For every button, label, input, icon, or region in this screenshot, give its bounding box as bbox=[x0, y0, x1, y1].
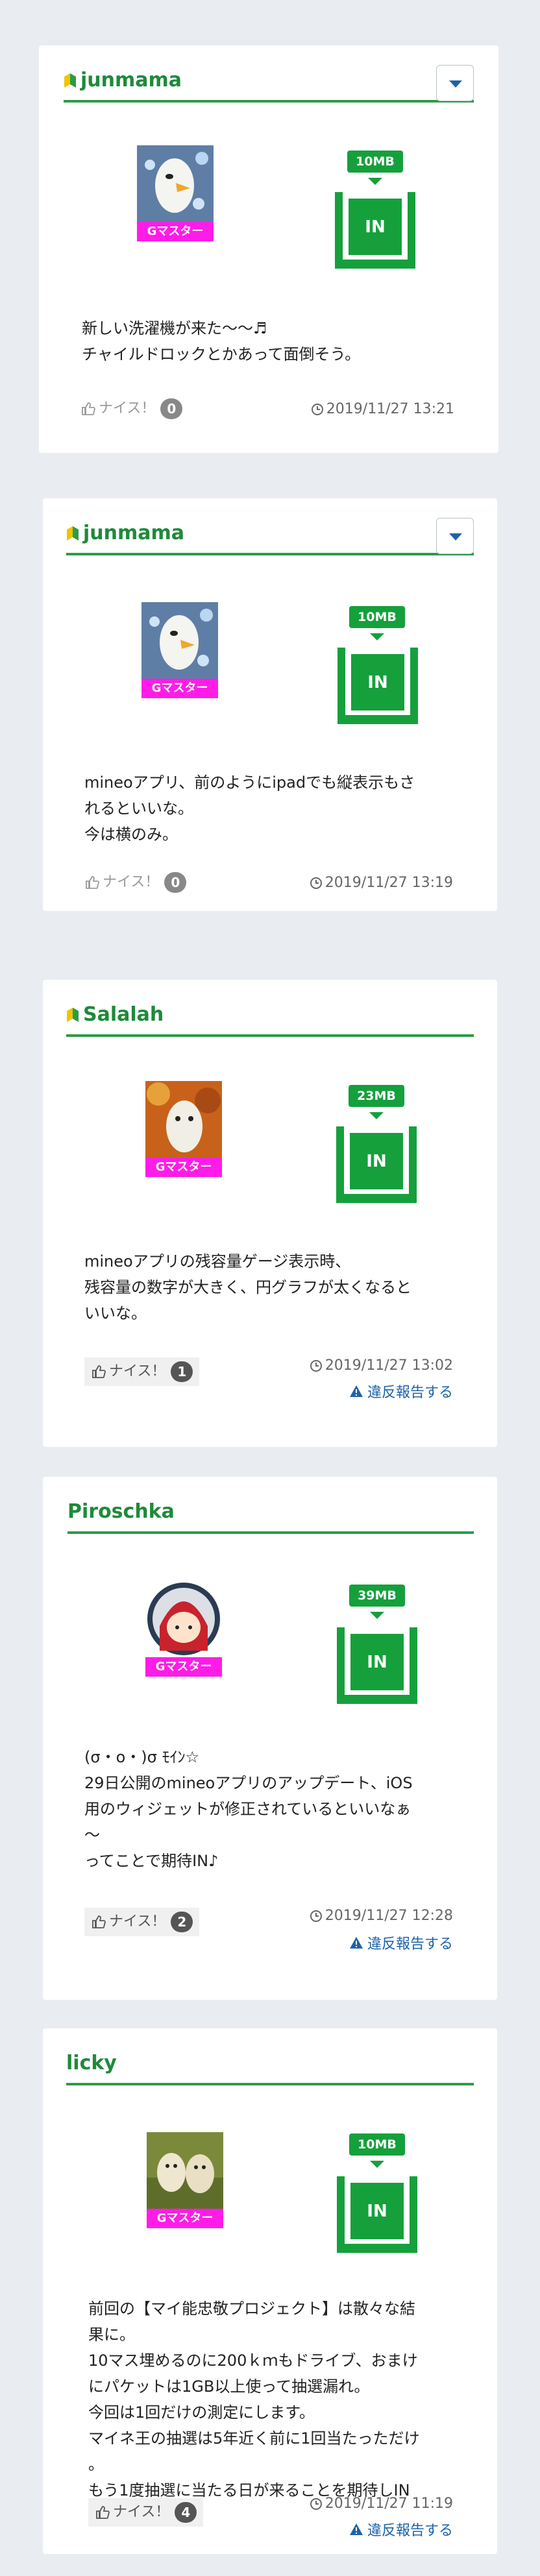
post-card: licky Gマスター 10MB IN 前回の【マイ能忠敬プロジェクト】は散々な… bbox=[43, 2028, 497, 2554]
username[interactable]: licky bbox=[66, 2052, 117, 2074]
post-text: 新しい洗濯機が来た〜〜♬ チャイルドロックとかあって面倒そう。 bbox=[82, 319, 361, 363]
report-link[interactable]: 違反報告する bbox=[349, 1381, 453, 1402]
avatar[interactable] bbox=[141, 602, 218, 679]
thumbs-up-icon bbox=[86, 876, 99, 889]
post-text: 前回の【マイ能忠敬プロジェクト】は散々な結 果に。 10マス埋めるのに200ｋｍ… bbox=[88, 2300, 420, 2525]
post-text: (σ・o・)σ ﾓｲﾝ☆ 29日公開のmineoアプリのアップデート、iOS 用… bbox=[84, 1748, 413, 1870]
nice-button[interactable]: ナイス！ 0 bbox=[80, 395, 183, 423]
avatar[interactable] bbox=[145, 1081, 222, 1158]
username[interactable]: junmama bbox=[64, 69, 182, 91]
thumbs-up-icon bbox=[92, 1915, 106, 1928]
down-arrow-icon bbox=[368, 178, 382, 185]
data-amount-tag: 10MB bbox=[347, 151, 403, 173]
post-date: 2019/11/27 13:21 bbox=[311, 401, 454, 417]
beginner-mark-icon bbox=[67, 1007, 79, 1022]
post-card: Piroschka Gマスター 39MB IN (σ・o・)σ ﾓｲﾝ☆ 29日… bbox=[43, 1477, 497, 2000]
menu-dropdown-button[interactable] bbox=[436, 65, 474, 101]
thumbs-up-icon bbox=[82, 402, 95, 415]
data-amount-tag: 39MB bbox=[349, 1585, 405, 1607]
report-link[interactable]: 違反報告する bbox=[349, 2519, 453, 2540]
nice-button[interactable]: ナイス！ 4 bbox=[88, 2498, 204, 2527]
nice-button[interactable]: ナイス！ 2 bbox=[84, 1908, 200, 1936]
nice-button[interactable]: ナイス！ 1 bbox=[84, 1357, 200, 1386]
nice-button[interactable]: ナイス！ 0 bbox=[84, 868, 187, 897]
bird-avatar-image bbox=[141, 602, 218, 679]
menu-dropdown-button[interactable] bbox=[436, 518, 474, 554]
post-header: junmama bbox=[64, 62, 474, 103]
post-text: mineoアプリ、前のようにipadでも縦表示もさ れるといいな。 今は横のみ。 bbox=[84, 773, 415, 844]
username[interactable]: junmama bbox=[66, 522, 184, 544]
in-button[interactable]: IN bbox=[335, 192, 415, 269]
nice-count: 0 bbox=[164, 872, 187, 893]
clock-icon bbox=[310, 877, 322, 889]
in-button[interactable]: IN bbox=[338, 648, 418, 724]
in-button[interactable]: IN bbox=[337, 1627, 417, 1704]
post-card: junmama Gマスター 10MB IN mineoアプリ、前のようにipad… bbox=[43, 498, 497, 911]
post-header: licky bbox=[66, 2045, 474, 2085]
warning-icon bbox=[349, 2523, 363, 2535]
post-date: 2019/11/27 13:19 bbox=[310, 875, 453, 891]
post-header: junmama bbox=[66, 515, 474, 555]
bird-avatar-image bbox=[137, 145, 214, 222]
down-arrow-icon bbox=[370, 1612, 384, 1619]
nice-count: 0 bbox=[160, 398, 183, 419]
avatar[interactable] bbox=[145, 1581, 222, 1657]
post-header: Piroschka bbox=[68, 1494, 474, 1534]
username[interactable]: Salalah bbox=[66, 1003, 164, 1026]
report-link[interactable]: 違反報告する bbox=[349, 1932, 453, 1953]
ferret-avatar-image bbox=[145, 1081, 222, 1158]
clock-icon bbox=[310, 2497, 322, 2510]
data-amount-tag: 10MB bbox=[349, 606, 405, 628]
warning-icon bbox=[349, 1937, 363, 1949]
clock-icon bbox=[310, 1910, 322, 1922]
nice-count: 2 bbox=[171, 1912, 193, 1932]
dogs-avatar-image bbox=[147, 2132, 223, 2209]
post-text: mineoアプリの残容量ゲージ表示時、 残容量の数字が大きく、円グラフが太くなる… bbox=[84, 1252, 411, 1322]
username[interactable]: Piroschka bbox=[68, 1500, 175, 1523]
in-button[interactable]: IN bbox=[337, 2176, 417, 2253]
rank-badge: Gマスター bbox=[145, 1657, 222, 1677]
down-arrow-icon bbox=[370, 2161, 384, 2168]
post-date: 2019/11/27 13:02 bbox=[310, 1357, 453, 1374]
in-button[interactable]: IN bbox=[336, 1126, 417, 1203]
beginner-mark-icon bbox=[64, 73, 76, 88]
post-date: 2019/11/27 11:19 bbox=[310, 2496, 453, 2512]
clock-icon bbox=[311, 403, 323, 415]
nice-count: 1 bbox=[171, 1361, 193, 1382]
nice-count: 4 bbox=[175, 2502, 197, 2523]
rank-badge: Gマスター bbox=[137, 222, 214, 241]
down-arrow-icon bbox=[369, 1112, 384, 1119]
avatar[interactable] bbox=[137, 145, 214, 222]
warning-icon bbox=[349, 1385, 363, 1397]
beginner-mark-icon bbox=[67, 526, 79, 541]
post-card: junmama Gマスター 10MB IN 新しい洗濯機が来た〜〜♬ チャイルド… bbox=[39, 45, 498, 453]
character-avatar-image bbox=[145, 1581, 222, 1657]
thumbs-up-icon bbox=[96, 2506, 110, 2519]
thumbs-up-icon bbox=[92, 1365, 106, 1378]
clock-icon bbox=[310, 1359, 322, 1372]
rank-badge: Gマスター bbox=[145, 1158, 222, 1177]
down-arrow-icon bbox=[370, 633, 384, 640]
post-date: 2019/11/27 12:28 bbox=[310, 1908, 453, 1924]
avatar[interactable] bbox=[147, 2132, 223, 2209]
rank-badge: Gマスター bbox=[141, 679, 218, 698]
data-amount-tag: 10MB bbox=[349, 2133, 405, 2156]
data-amount-tag: 23MB bbox=[349, 1085, 404, 1107]
post-card: Salalah Gマスター 23MB IN mineoアプリの残容量ゲージ表示時… bbox=[43, 980, 497, 1447]
post-header: Salalah bbox=[66, 997, 474, 1037]
rank-badge: Gマスター bbox=[147, 2209, 223, 2228]
